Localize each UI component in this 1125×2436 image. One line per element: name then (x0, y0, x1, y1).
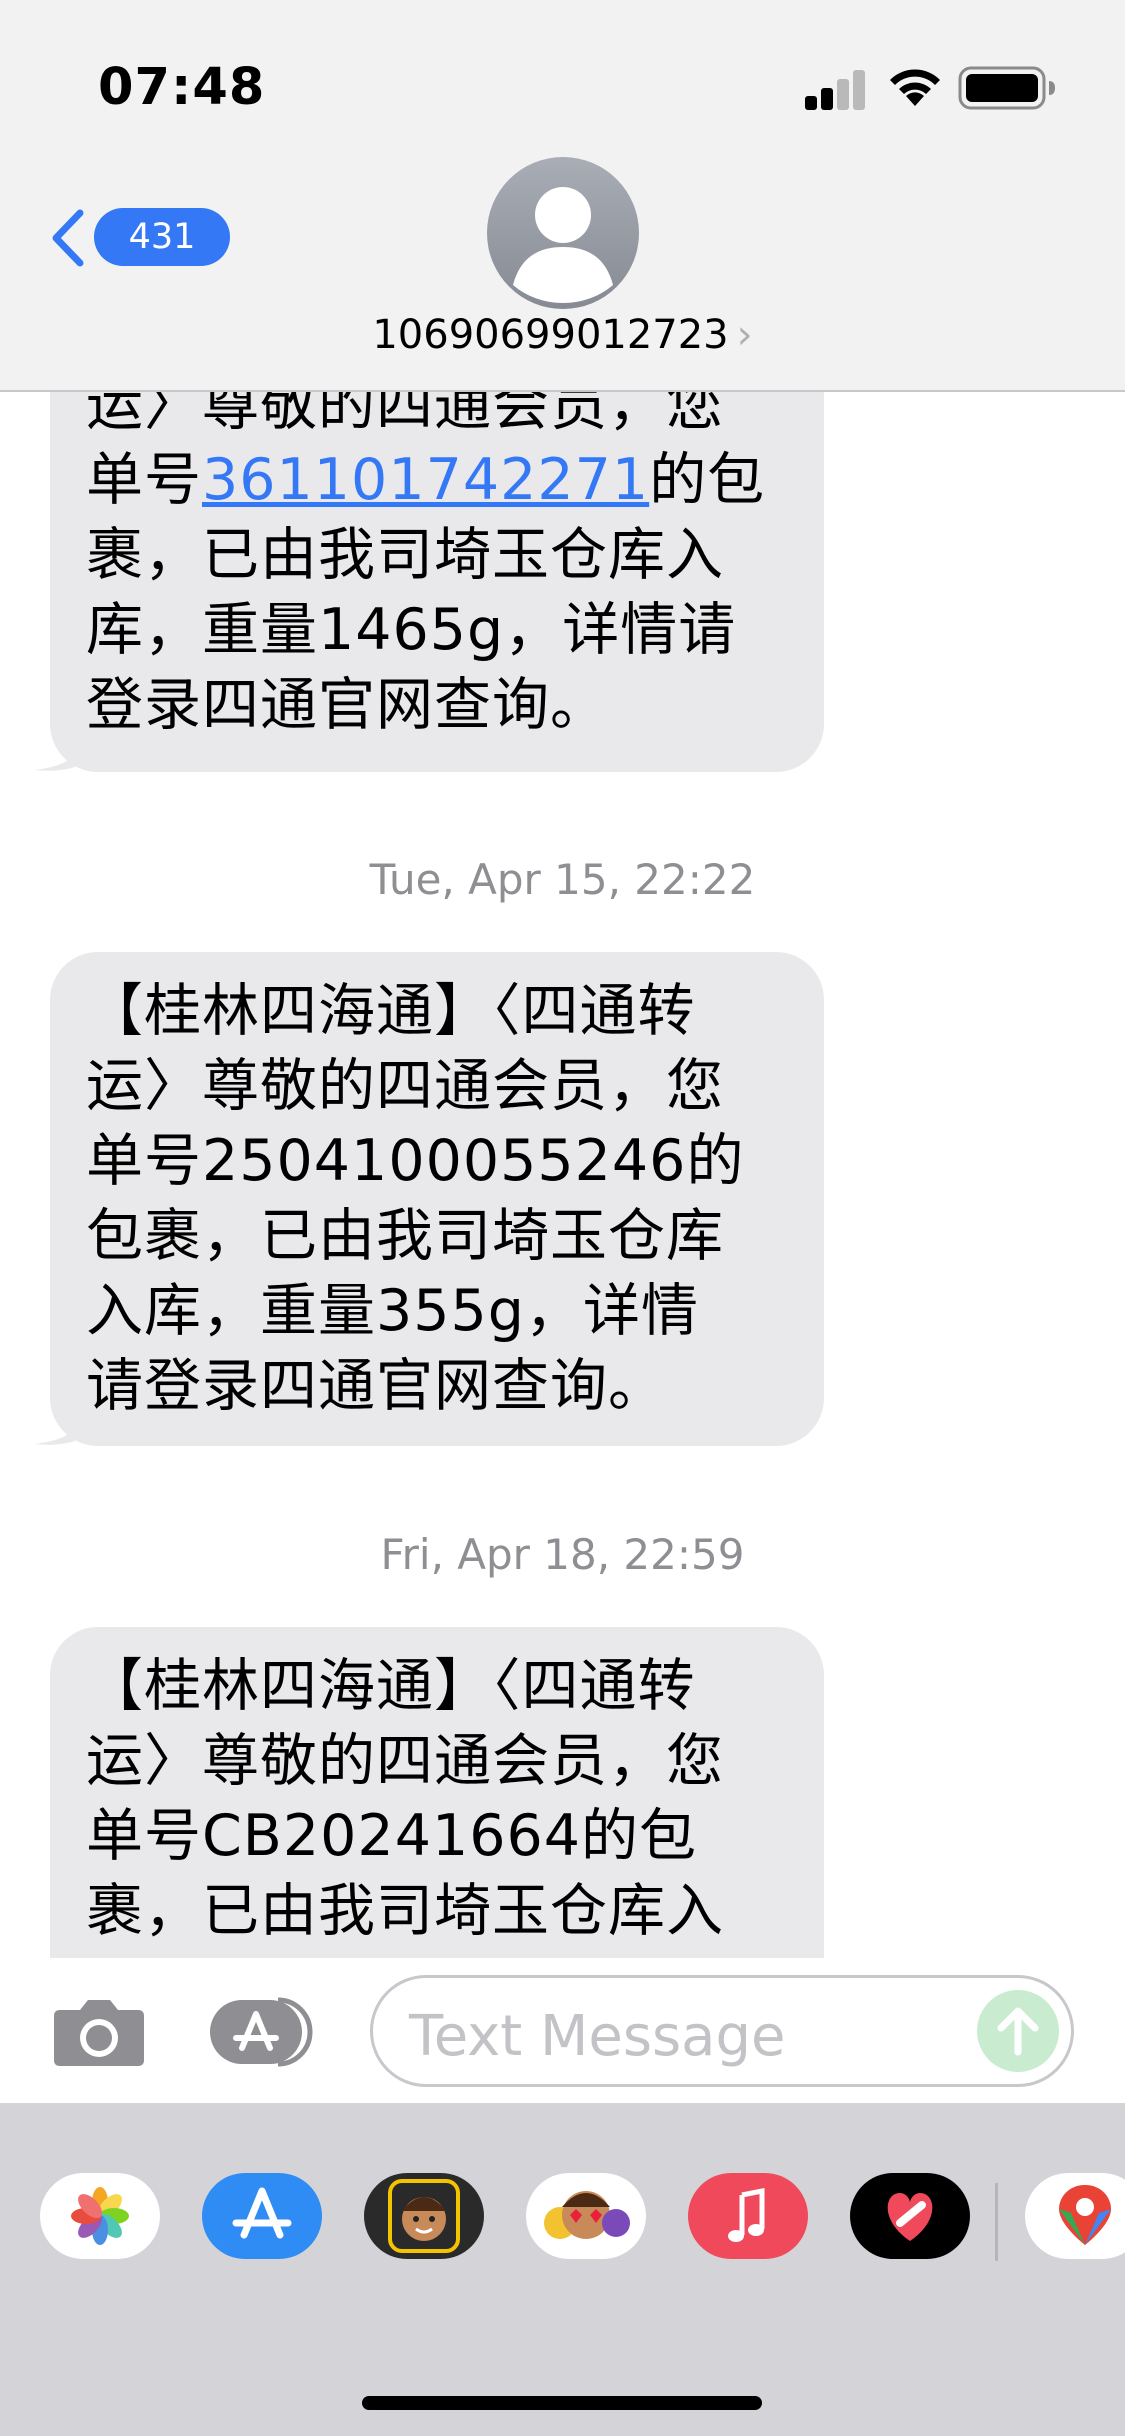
digital-touch-icon[interactable] (850, 2173, 970, 2259)
contact-avatar[interactable] (487, 157, 639, 309)
back-button[interactable]: 431 (42, 205, 230, 267)
message-input[interactable]: Text Message (370, 1975, 1074, 2087)
message-line: 请登录四通官网查询。 (86, 1353, 666, 1419)
music-icon[interactable] (688, 2173, 808, 2259)
chevron-left-icon (52, 209, 84, 267)
message-line: 单号361101742271的包 (86, 447, 766, 513)
send-button[interactable] (977, 1990, 1059, 2072)
message-line: 单号2504100055246的 (86, 1128, 745, 1194)
imessage-app-drawer (0, 2103, 1125, 2436)
drawer-divider (995, 2183, 998, 2261)
arrow-up-icon (997, 2007, 1039, 2056)
message-line: 裹，已由我司埼玉仓库入 (86, 1878, 724, 1944)
status-time: 07:48 (98, 58, 266, 117)
photos-icon[interactable] (40, 2173, 160, 2259)
message-line: 库，重量1465g，详情请 (86, 597, 737, 663)
message-line: 单号CB20241664的包 (86, 1803, 698, 1869)
conversation-header: 07:48 431 10690699012723 › (0, 0, 1125, 392)
tracking-number-link[interactable]: 361101742271 (202, 447, 649, 513)
message-line: 入库，重量355g，详情 (86, 1278, 699, 1344)
compose-bar: Text Message (0, 1958, 1125, 2103)
message-timestamp: Tue, Apr 15, 22:22 (369, 855, 756, 904)
message-line: 【桂林四海通】〈四通转 (86, 1653, 696, 1719)
maps-icon[interactable] (1025, 2173, 1125, 2259)
cellular-signal-icon (805, 70, 865, 110)
chevron-right-icon: › (736, 312, 753, 358)
wifi-icon (890, 69, 940, 106)
person-icon (513, 187, 613, 303)
app-store-icon[interactable] (202, 2173, 322, 2259)
contact-name: 10690699012723 (372, 312, 729, 358)
message-line: 登录四通官网查询。 (86, 672, 608, 738)
camera-icon[interactable] (52, 1996, 146, 2068)
battery-icon (958, 66, 1055, 110)
contact-name-button[interactable]: 10690699012723 › (0, 312, 1125, 358)
memoji-sticker-icon[interactable] (364, 2173, 484, 2259)
message-line: 运〉尊敬的四通会员，您 (86, 1053, 724, 1119)
message-bubble[interactable]: 【桂林四海通】〈四通转 运〉尊敬的四通会员，您 单号2504100055246的… (34, 952, 824, 1446)
message-bubble[interactable]: 【桂林四海通】〈四通转 运〉尊敬的四通会员，您 单号CB20241664的包 裹… (50, 1627, 824, 1958)
app-store-button-icon[interactable] (208, 1994, 320, 2070)
message-line: 包裹，已由我司埼玉仓库 (86, 1203, 724, 1269)
animoji-icon[interactable] (526, 2173, 646, 2259)
bubble-tail (34, 1406, 84, 1445)
message-line: 裹，已由我司埼玉仓库入 (86, 522, 724, 588)
message-line: 【桂林四海通】〈四通转 (86, 978, 696, 1044)
message-line: 运〉尊敬的四通会员，您 (86, 1728, 724, 1794)
message-timestamp: Fri, Apr 18, 22:59 (380, 1530, 745, 1579)
home-indicator (362, 2396, 762, 2410)
bubble-tail (34, 732, 84, 771)
unread-count-badge: 431 (94, 208, 230, 266)
message-input-placeholder: Text Message (409, 2004, 786, 2069)
